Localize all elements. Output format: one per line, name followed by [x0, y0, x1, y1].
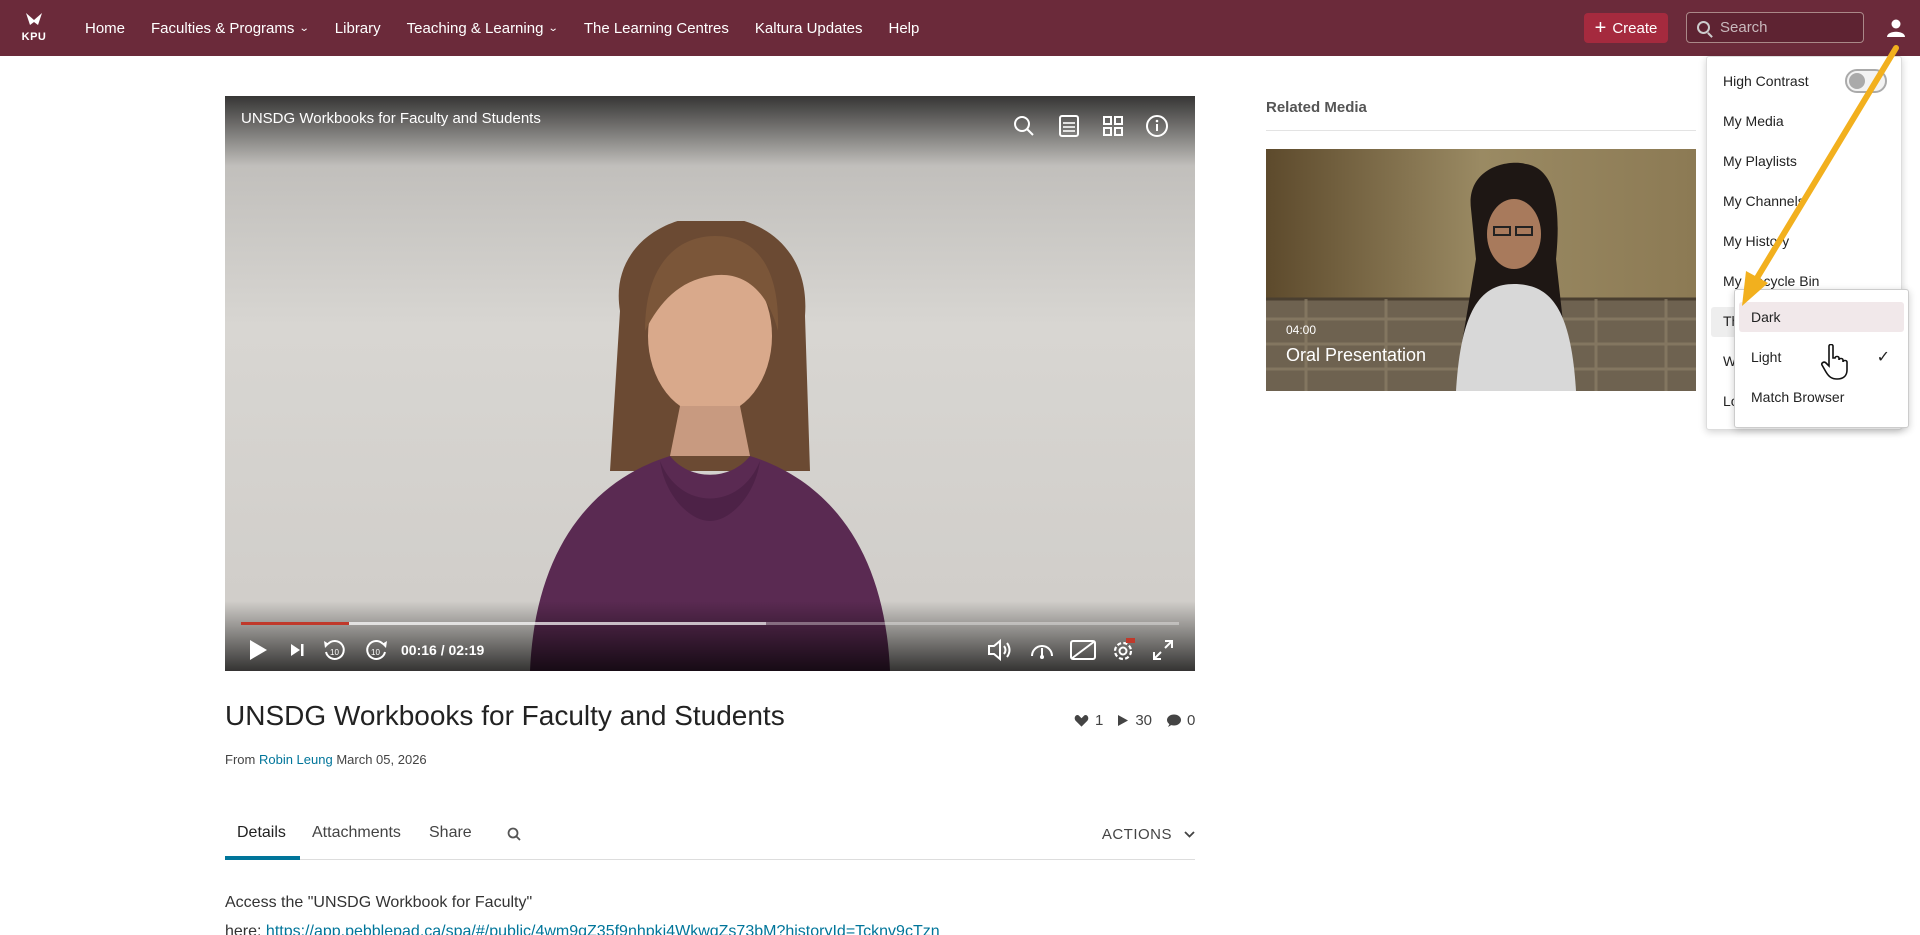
captions-off-icon[interactable]	[1069, 638, 1097, 667]
high-contrast-toggle[interactable]	[1845, 69, 1887, 93]
nav-item-learning-centres[interactable]: The Learning Centres	[571, 20, 742, 37]
theme-option-label: Light	[1751, 349, 1782, 365]
menu-item-my-channels[interactable]: My Channels	[1723, 193, 1805, 209]
nav-label: Teaching & Learning	[406, 19, 544, 37]
publish-date: March 05, 2026	[336, 752, 427, 767]
byline: From Robin Leung March 05, 2026	[225, 752, 427, 767]
grid-icon[interactable]	[1101, 114, 1125, 138]
progress-played	[241, 622, 349, 625]
top-nav-bar: KPU Home Faculties & Programs ⌄ Library T…	[0, 0, 1920, 56]
plays-count: 30	[1135, 712, 1153, 729]
rewind-10-icon[interactable]: 10	[322, 638, 348, 669]
nav-label: Faculties & Programs	[151, 19, 295, 37]
nav-label: The Learning Centres	[583, 19, 729, 37]
plays-stat: 30	[1117, 712, 1152, 729]
theme-option-dark[interactable]: Dark	[1739, 302, 1904, 332]
transcript-icon[interactable]	[1057, 114, 1081, 138]
video-player[interactable]: UNSDG Workbooks for Faculty and Students…	[225, 96, 1195, 671]
tab-attachments[interactable]: Attachments	[312, 824, 401, 842]
menu-item-my-recycle-bin[interactable]: My Recycle Bin	[1723, 273, 1819, 289]
kpu-logo[interactable]: KPU	[18, 12, 50, 44]
chevron-down-icon: ⌄	[299, 22, 311, 34]
likes-count: 1	[1095, 712, 1104, 729]
info-icon[interactable]	[1145, 114, 1169, 138]
player-title: UNSDG Workbooks for Faculty and Students	[241, 110, 541, 127]
tab-details[interactable]: Details	[237, 824, 286, 842]
here-label: here:	[225, 923, 262, 935]
svg-text:10: 10	[330, 648, 339, 657]
nav-label: Kaltura Updates	[754, 19, 863, 37]
media-stats: 1 30 0	[1060, 712, 1195, 729]
media-title: UNSDG Workbooks for Faculty and Students	[225, 700, 785, 731]
description-link-line: here: https://app.pebblepad.ca/spa/#/pub…	[225, 917, 940, 935]
progress-bar[interactable]	[241, 622, 1179, 625]
settings-icon[interactable]	[1110, 638, 1136, 669]
play-count-icon	[1118, 715, 1129, 726]
active-tab-indicator	[225, 856, 300, 860]
theme-option-label: Match Browser	[1751, 389, 1845, 405]
search-icon[interactable]	[1012, 114, 1036, 138]
related-media-card[interactable]: 04:00 Oral Presentation	[1266, 149, 1696, 391]
media-tabs: Details Attachments Share ACTIONS	[225, 820, 1195, 860]
author-link[interactable]: Robin Leung	[259, 752, 333, 767]
likes-stat[interactable]: 1	[1074, 712, 1103, 729]
search-box[interactable]	[1686, 12, 1864, 43]
comment-icon	[1167, 714, 1182, 727]
related-title: Oral Presentation	[1286, 345, 1427, 365]
comments-count: 0	[1187, 712, 1196, 729]
time-display: 00:16 / 02:19	[401, 642, 485, 658]
check-icon: ✓	[1876, 349, 1890, 366]
related-duration: 04:00	[1286, 323, 1317, 337]
create-button[interactable]: + Create	[1584, 13, 1668, 43]
nav-label: Help	[888, 19, 920, 37]
nav-item-library[interactable]: Library	[322, 20, 394, 37]
comments-stat[interactable]: 0	[1166, 712, 1195, 729]
nav-item-kaltura-updates[interactable]: Kaltura Updates	[742, 20, 876, 37]
menu-item-my-playlists[interactable]: My Playlists	[1723, 153, 1797, 169]
bird-icon	[18, 12, 50, 30]
related-media-heading: Related Media	[1266, 99, 1367, 116]
svg-text:10: 10	[371, 648, 380, 657]
description: Access the "UNSDG Workbook for Faculty" …	[225, 888, 940, 935]
menu-item-my-media[interactable]: My Media	[1723, 113, 1784, 129]
create-label: Create	[1612, 19, 1658, 37]
nav-item-help[interactable]: Help	[875, 20, 932, 37]
search-icon[interactable]	[507, 827, 521, 841]
player-title-bar	[225, 96, 1195, 166]
nav-menu: Home Faculties & Programs ⌄ Library Teach…	[72, 0, 932, 56]
forward-10-icon[interactable]: 10	[363, 638, 389, 669]
hand-cursor-icon	[1821, 344, 1848, 380]
nav-item-home[interactable]: Home	[72, 20, 138, 37]
from-label: From	[225, 752, 256, 767]
nav-label: Library	[334, 19, 381, 37]
chevron-down-icon	[1184, 829, 1195, 841]
menu-item-my-history[interactable]: My History	[1723, 233, 1789, 249]
actions-dropdown[interactable]: ACTIONS	[1102, 826, 1195, 843]
related-divider	[1266, 130, 1696, 131]
speed-icon[interactable]	[1029, 638, 1055, 669]
plus-icon: +	[1594, 17, 1607, 39]
workbook-link[interactable]: https://app.pebblepad.ca/spa/#/public/4w…	[266, 923, 940, 935]
user-icon[interactable]	[1886, 18, 1906, 38]
toggle-knob	[1849, 73, 1865, 89]
heart-icon	[1074, 714, 1089, 727]
chevron-down-icon: ⌄	[548, 22, 560, 34]
high-contrast-label: High Contrast	[1723, 73, 1809, 89]
logo-text: KPU	[21, 31, 47, 43]
nav-label: Home	[85, 19, 126, 37]
description-line: Access the "UNSDG Workbook for Faculty"	[225, 894, 533, 911]
next-icon[interactable]	[289, 642, 305, 663]
theme-option-match-browser[interactable]: Match Browser	[1739, 382, 1904, 412]
search-input[interactable]	[1720, 19, 1850, 36]
theme-option-label: Dark	[1751, 309, 1781, 325]
fullscreen-icon[interactable]	[1151, 638, 1175, 667]
nav-item-teaching-learning[interactable]: Teaching & Learning ⌄	[394, 20, 571, 37]
play-icon[interactable]	[247, 638, 269, 667]
tab-share[interactable]: Share	[429, 824, 472, 842]
actions-label: ACTIONS	[1101, 826, 1172, 843]
nav-item-faculties-programs[interactable]: Faculties & Programs ⌄	[138, 20, 322, 37]
volume-icon[interactable]	[987, 638, 1015, 667]
search-icon	[1697, 21, 1710, 34]
